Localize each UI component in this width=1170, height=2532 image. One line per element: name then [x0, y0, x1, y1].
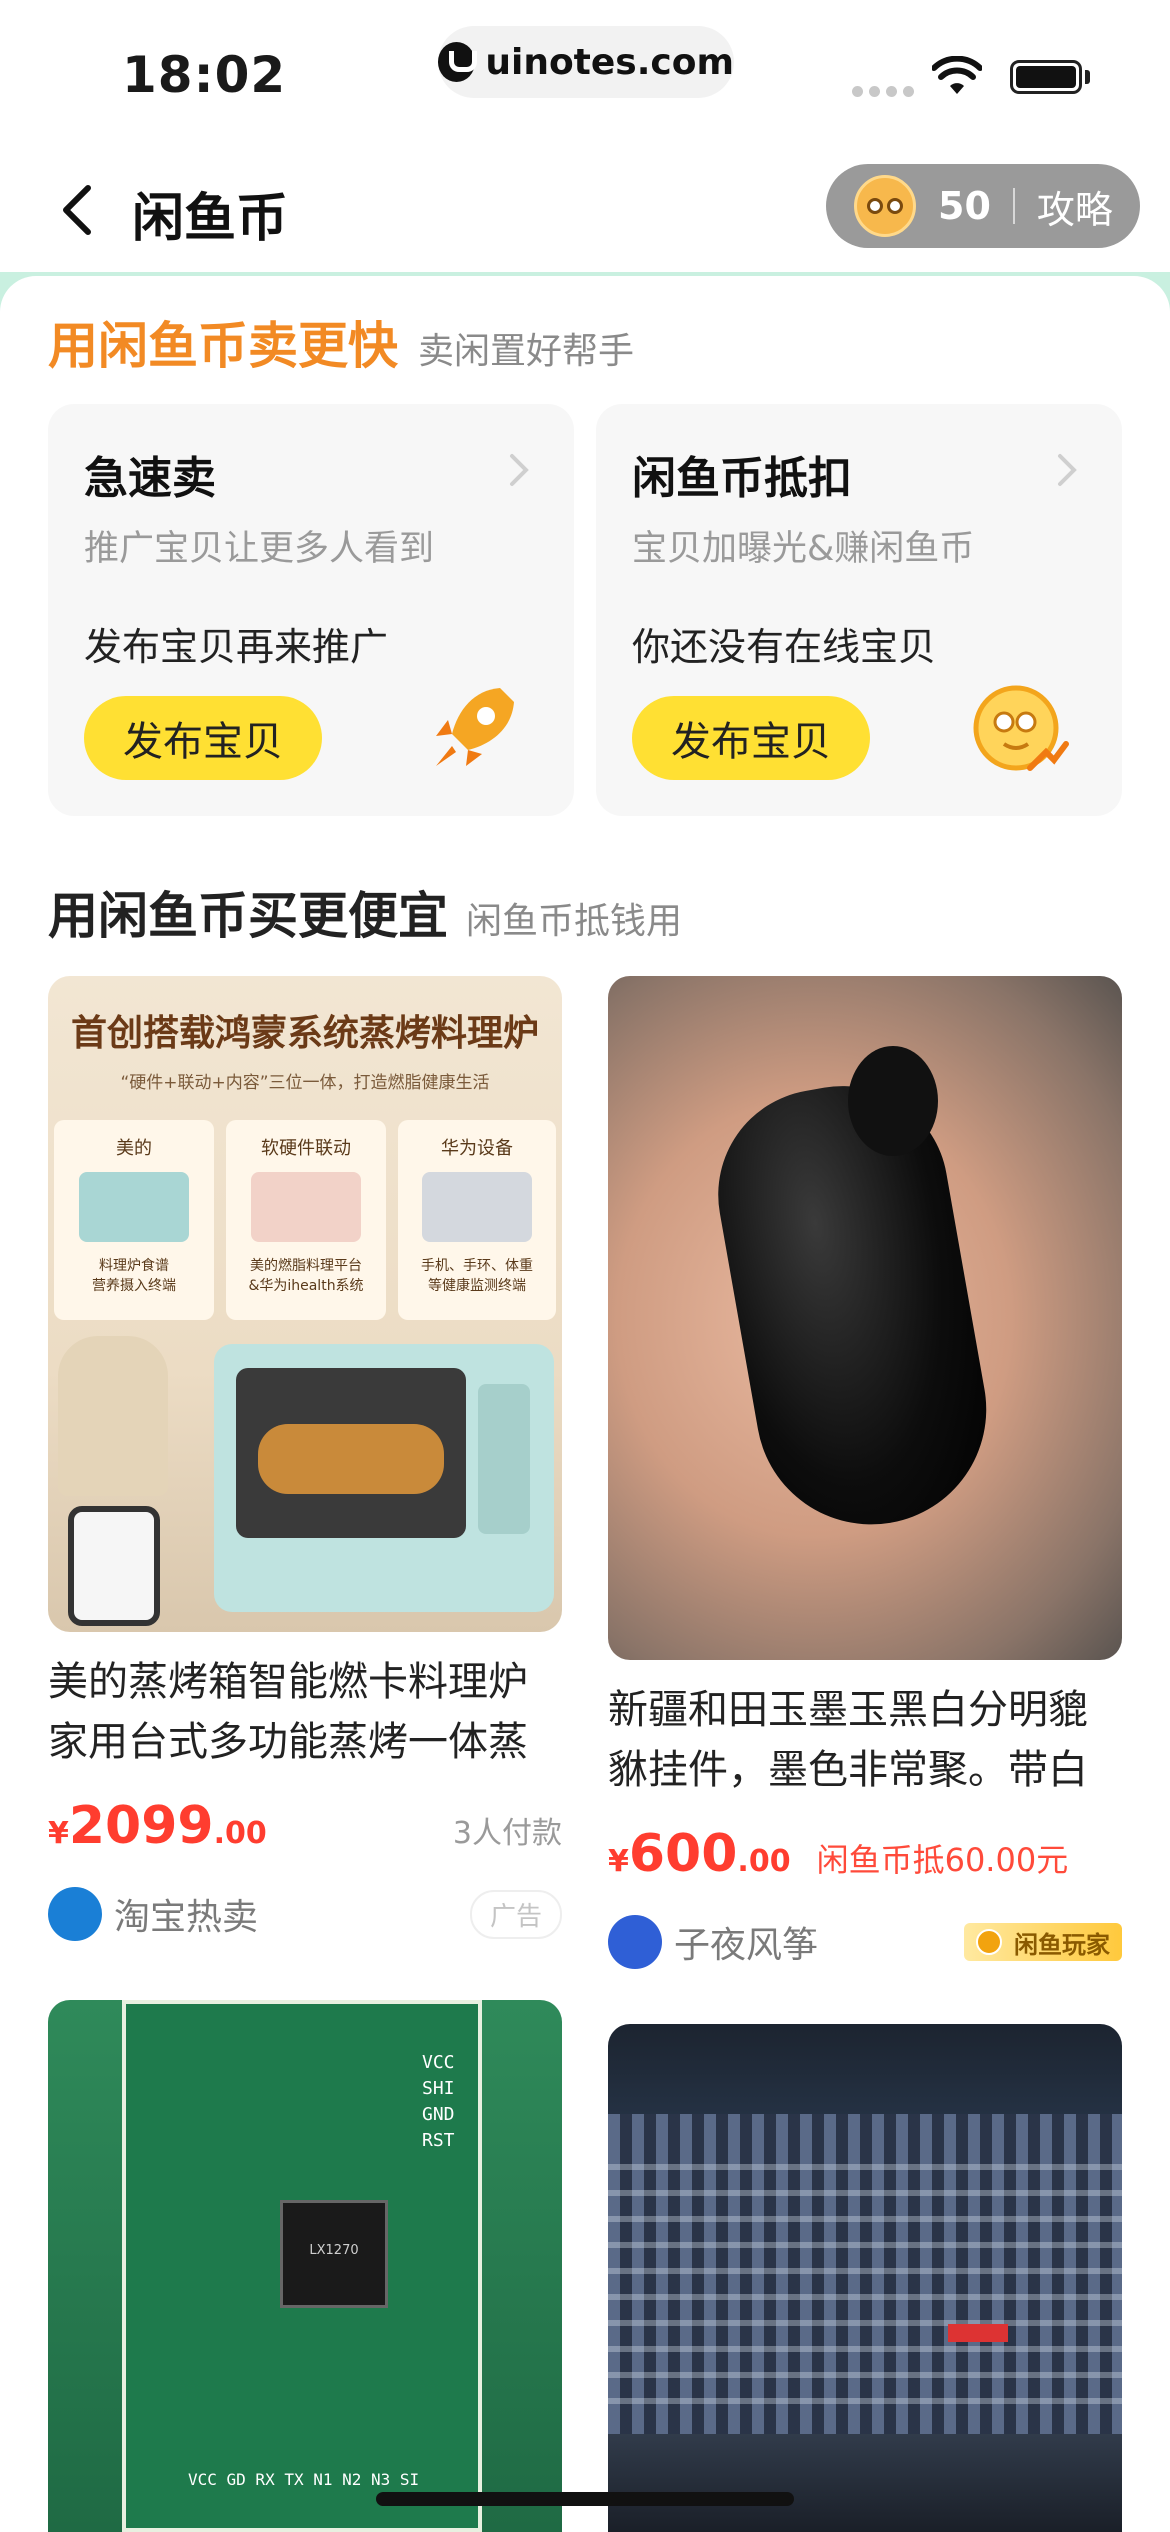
chevron-right-icon [510, 454, 529, 486]
image-feature-box: 华为设备 手机、手环、体重 等健康监测终端 [398, 1120, 556, 1320]
coin-growth-icon [973, 685, 1069, 771]
battery-icon [1010, 60, 1082, 94]
player-badge-icon [976, 1929, 1002, 1955]
seller-name[interactable]: 子夜风筝 [674, 1916, 818, 1968]
image-feature-box: 美的 料理炉食谱 营养摄入终端 [54, 1120, 214, 1320]
feature-title: 软硬件联动 [261, 1138, 351, 1159]
product-title[interactable]: 新疆和田玉墨玉黑白分明貔貅挂件，墨色非常聚。带白 [608, 1680, 1122, 1800]
coin-deduct-label: 闲鱼币抵60.00元 [816, 1841, 1069, 1879]
chip-label: LX1270 [309, 2243, 359, 2258]
product-card[interactable] [608, 2024, 1122, 2532]
xianyu-coin-icon [854, 175, 916, 237]
oven-thumbnail [79, 1172, 189, 1242]
product-image[interactable] [608, 976, 1122, 1660]
card-title: 闲鱼币抵扣 [632, 453, 852, 504]
utensils-illustration [58, 1336, 168, 1496]
feature-title: 美的 [116, 1138, 152, 1159]
seller-avatar[interactable] [608, 1915, 662, 1969]
seller-avatar[interactable] [48, 1887, 102, 1941]
coin-count: 50 [938, 184, 991, 228]
price-symbol: ¥ [48, 1816, 69, 1851]
feature-title: 华为设备 [441, 1138, 513, 1159]
card-description: 宝贝加曝光&赚闲鱼币 [632, 529, 975, 569]
guide-link[interactable]: 攻略 [1037, 179, 1113, 234]
pendant-head [848, 1046, 938, 1156]
coin-balance-pill[interactable]: 50 攻略 [826, 164, 1140, 248]
status-time: 18:02 [122, 46, 287, 104]
product-card[interactable]: 首创搭载鸿蒙系统蒸烤料理炉 “硬件+联动+内容”三位一体，打造燃脂健康生活 美的… [48, 976, 562, 1942]
sell-section-title: 用闲鱼币卖更快 [48, 317, 398, 375]
ad-badge: 广告 [469, 1889, 562, 1939]
chevron-right-icon [1058, 454, 1077, 486]
status-bar: 18:02 uinotes.com [0, 0, 1170, 150]
pcb-bottom-pins: VCC GD RX TX N1 N2 N3 SI [188, 2470, 420, 2489]
pill-divider [1012, 188, 1015, 224]
price-decimal: .00 [213, 1816, 267, 1851]
oven-illustration [214, 1344, 554, 1612]
app-thumbnail [251, 1172, 361, 1242]
price-integer: 600 [628, 1824, 738, 1884]
xianyu-player-badge: 闲鱼玩家 [964, 1923, 1122, 1961]
nav-bar: 闲鱼币 50 攻略 [0, 150, 1170, 270]
price-row: ¥ 600 .00 闲鱼币抵60.00元 [608, 1824, 1122, 1884]
product-image[interactable]: 首创搭载鸿蒙系统蒸烤料理炉 “硬件+联动+内容”三位一体，打造燃脂健康生活 美的… [48, 976, 562, 1632]
battery-tip [1085, 70, 1090, 84]
feature-desc: 料理炉食谱 营养摄入终端 [92, 1258, 176, 1294]
url-pill[interactable]: uinotes.com [438, 26, 734, 98]
card-description: 推广宝贝让更多人看到 [84, 529, 435, 569]
seller-row: 子夜风筝 闲鱼玩家 [608, 1914, 1122, 1970]
card-title: 急速卖 [84, 453, 216, 504]
card-status: 发布宝贝再来推广 [84, 625, 389, 669]
buy-section-header: 用闲鱼币买更便宜 闲鱼币抵钱用 [48, 876, 682, 948]
sell-section-header: 用闲鱼币卖更快 卖闲置好帮手 [48, 306, 634, 378]
rocket-icon [436, 688, 514, 766]
payer-count: 3人付款 [452, 1816, 562, 1851]
phone-illustration [68, 1506, 160, 1626]
coin-deduct-card[interactable]: 闲鱼币抵扣 宝贝加曝光&赚闲鱼币 你还没有在线宝贝 发布宝贝 [596, 404, 1122, 816]
page-title: 闲鱼币 [132, 189, 289, 249]
pcb-pin-labels: VCC SHI GND RST [422, 2052, 455, 2151]
home-indicator[interactable] [376, 2492, 794, 2506]
wifi-icon [932, 56, 982, 94]
site-logo-icon [438, 42, 478, 82]
price-decimal: .00 [737, 1844, 791, 1879]
price-integer: 2099 [68, 1796, 214, 1856]
image-feature-box: 软硬件联动 美的燃脂料理平台 &华为ihealth系统 [226, 1120, 386, 1320]
back-arrow-icon[interactable] [54, 182, 104, 238]
card-status: 你还没有在线宝贝 [632, 625, 937, 669]
mixer-red-buttons [948, 2324, 1008, 2342]
seller-row: 淘宝热卖 广告 [48, 1886, 562, 1942]
buy-section-title: 用闲鱼币买更便宜 [48, 887, 448, 945]
seller-name[interactable]: 淘宝热卖 [114, 1888, 258, 1940]
price-symbol: ¥ [608, 1844, 629, 1879]
player-badge-label: 闲鱼玩家 [1014, 1930, 1110, 1959]
cellular-signal-icon [852, 86, 914, 97]
product-card[interactable]: 新疆和田玉墨玉黑白分明貔貅挂件，墨色非常聚。带白 ¥ 600 .00 闲鱼币抵6… [608, 976, 1122, 1970]
image-headline: 首创搭载鸿蒙系统蒸烤料理炉 [70, 1013, 539, 1054]
image-tagline: “硬件+联动+内容”三位一体，打造燃脂健康生活 [120, 1073, 490, 1093]
url-text: uinotes.com [485, 41, 734, 83]
mixer-knobs [608, 2144, 1122, 2404]
chip: LX1270 [280, 2200, 388, 2308]
publish-item-button[interactable]: 发布宝贝 [84, 696, 322, 780]
devices-thumbnail [422, 1172, 532, 1242]
sell-section-subtitle: 卖闲置好帮手 [418, 331, 635, 372]
product-card[interactable]: LX1270 VCC SHI GND RST VCC GD RX TX N1 N… [48, 2000, 562, 2532]
feature-desc: 手机、手环、体重 等健康监测终端 [421, 1258, 533, 1294]
buy-section-subtitle: 闲鱼币抵钱用 [466, 901, 683, 942]
product-image[interactable] [608, 2024, 1122, 2532]
jade-pendant [701, 1069, 1005, 1543]
publish-item-button[interactable]: 发布宝贝 [632, 696, 870, 780]
product-title[interactable]: 美的蒸烤箱智能燃卡料理炉家用台式多功能蒸烤一体蒸 [48, 1652, 562, 1772]
quick-sell-card[interactable]: 急速卖 推广宝贝让更多人看到 发布宝贝再来推广 发布宝贝 [48, 404, 574, 816]
product-image[interactable]: LX1270 VCC SHI GND RST VCC GD RX TX N1 N… [48, 2000, 562, 2532]
feature-desc: 美的燃脂料理平台 &华为ihealth系统 [248, 1258, 364, 1294]
price-row: ¥ 2099 .00 3人付款 [48, 1796, 562, 1856]
